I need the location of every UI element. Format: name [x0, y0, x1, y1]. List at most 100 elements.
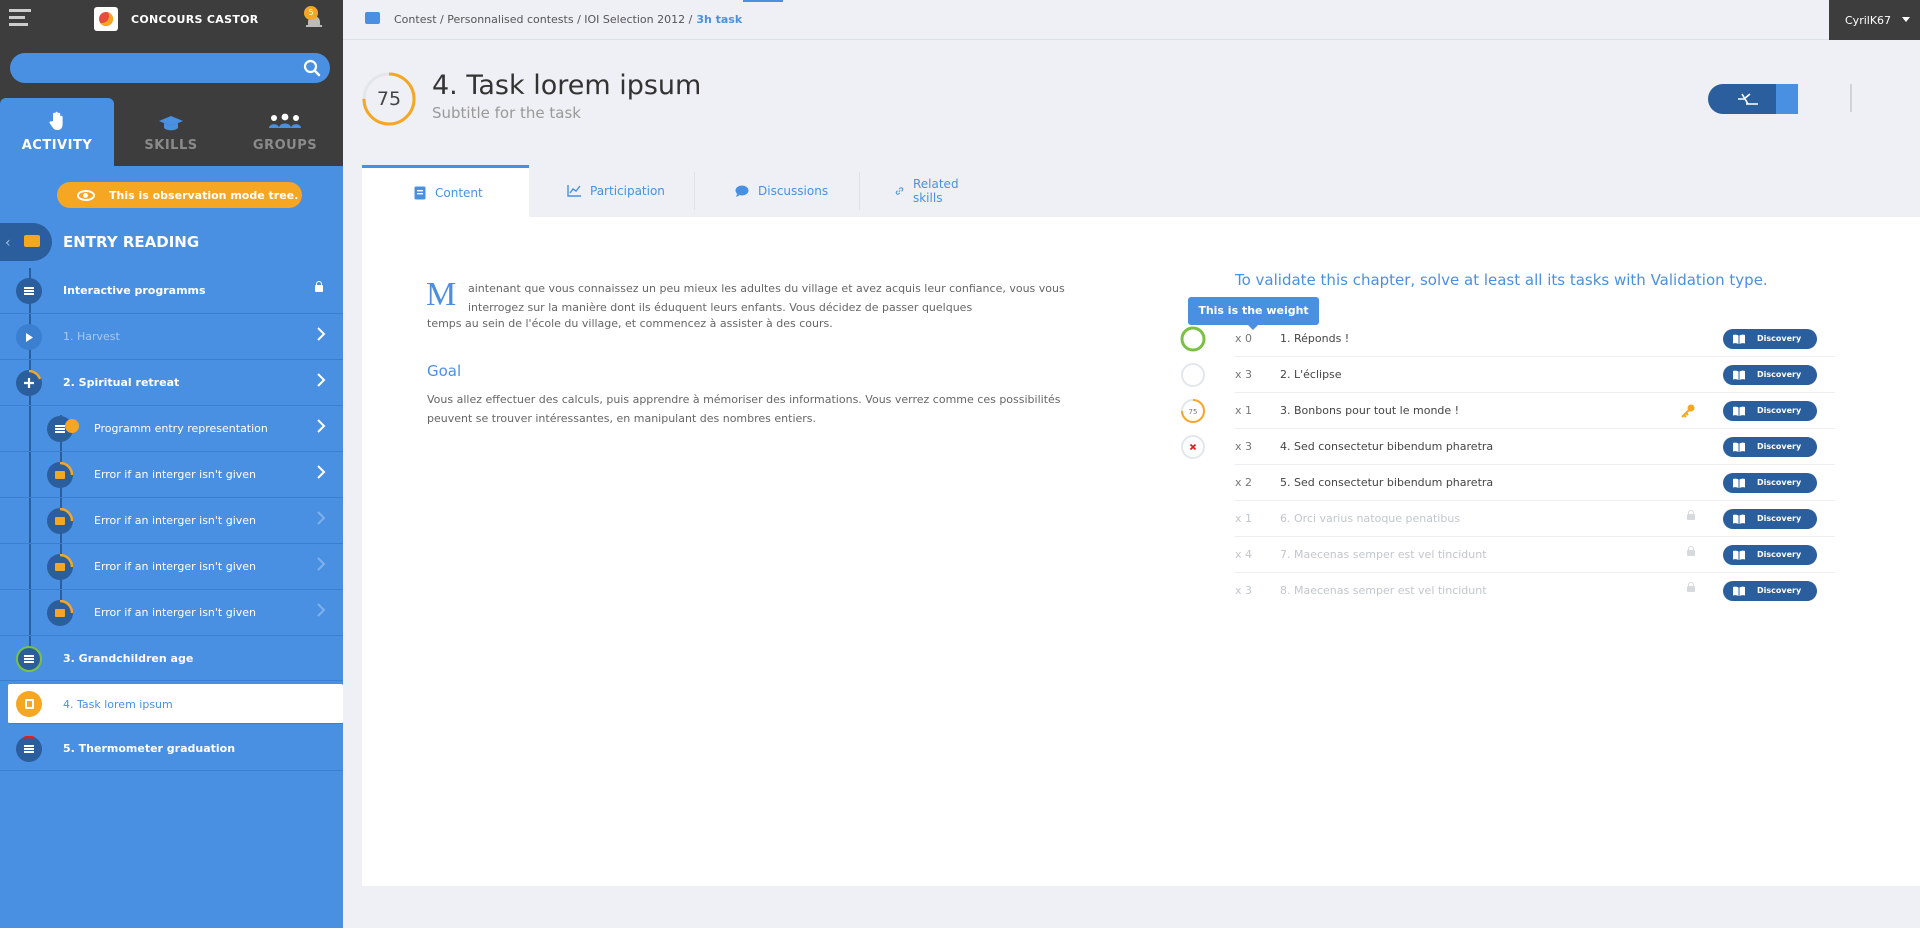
discovery-label: Discovery	[1757, 442, 1802, 451]
sidebar-item-error-integer[interactable]: Error if an interger isn't given	[0, 544, 343, 590]
task-row[interactable]: x 4 7. Maecenas semper est vel tincidunt…	[1235, 537, 1835, 573]
sidebar-item-label: Programm entry representation	[94, 422, 268, 435]
back-button[interactable]: ‹	[0, 223, 52, 261]
list-icon	[16, 278, 42, 304]
task-name[interactable]: 8. Maecenas semper est vel tincidunt	[1280, 584, 1487, 597]
sidebar-item-programm-entry[interactable]: Programm entry representation	[0, 406, 343, 452]
sidebar-item-grandchildren-age[interactable]: 3. Grandchildren age	[0, 636, 343, 681]
graduation-cap-icon	[159, 116, 183, 131]
task-row[interactable]: x 0 1. Réponds ! Discovery	[1180, 321, 1835, 357]
header-action-toggle[interactable]	[1776, 84, 1798, 114]
task-row[interactable]: x 3 2. L'éclipse Discovery	[1181, 357, 1835, 393]
loading-indicator	[743, 0, 783, 2]
intro-text: aintenant que vous connaissez un peu mie…	[468, 282, 1065, 314]
hamburger-menu-icon[interactable]	[9, 9, 31, 27]
task-row[interactable]: x 3 4. Sed consectetur bibendum pharetra…	[1181, 429, 1835, 465]
search-icon[interactable]	[303, 59, 321, 77]
discovery-button[interactable]: Discovery	[1723, 473, 1817, 493]
tab-discussions[interactable]: Discussions	[735, 165, 828, 217]
chevron-right-icon[interactable]	[316, 465, 326, 479]
tab-related-skills[interactable]: Related skills	[895, 165, 964, 217]
discovery-button[interactable]: Discovery	[1723, 581, 1817, 601]
sidebar-header: CONCOURS CASTOR 5	[0, 0, 343, 98]
task-icon	[16, 691, 42, 717]
chevron-right-icon[interactable]	[316, 603, 326, 617]
task-row[interactable]: 75 x 1 3. Bonbons pour tout le monde ! D…	[1181, 393, 1835, 429]
goal-text: Vous allez effectuer des calculs, puis a…	[427, 393, 1061, 425]
task-name[interactable]: 5. Sed consectetur bibendum pharetra	[1280, 476, 1493, 489]
chevron-right-icon[interactable]	[316, 511, 326, 525]
breadcrumb-current[interactable]: 3h task	[696, 13, 742, 26]
task-name[interactable]: 7. Maecenas semper est vel tincidunt	[1280, 548, 1487, 561]
play-icon	[16, 324, 42, 350]
sidebar-item-error-integer[interactable]: Error if an interger isn't given	[0, 498, 343, 544]
sidebar-item-thermometer-graduation[interactable]: 5. Thermometer graduation	[0, 727, 343, 771]
chevron-right-icon[interactable]	[316, 419, 326, 433]
tab-participation[interactable]: Participation	[567, 165, 665, 217]
task-weight: x 2	[1235, 476, 1253, 489]
task-name[interactable]: 1. Réponds !	[1280, 332, 1349, 345]
task-weight: x 4	[1235, 548, 1253, 561]
discovery-label: Discovery	[1757, 586, 1802, 595]
sidebar-item-label: 5. Thermometer graduation	[63, 742, 236, 755]
chevron-right-icon[interactable]	[316, 373, 326, 387]
search-input[interactable]	[10, 53, 330, 83]
user-menu[interactable]: CyrilK67	[1829, 0, 1920, 40]
sidebar-item-spiritual-retreat[interactable]: 2. Spiritual retreat	[0, 360, 343, 406]
notification-count-badge[interactable]: 5	[304, 6, 318, 20]
tab-groups[interactable]: GROUPS	[228, 98, 342, 166]
chevron-right-icon[interactable]	[316, 327, 326, 341]
sidebar-item-task-lorem-ipsum[interactable]: 4. Task lorem ipsum	[8, 684, 343, 724]
observation-banner: This is observation mode tree.	[57, 182, 302, 208]
sidebar-item-label: Error if an interger isn't given	[94, 514, 257, 527]
sidebar-item-label: 4. Task lorem ipsum	[63, 698, 173, 711]
book-icon	[1733, 334, 1745, 344]
task-name[interactable]: 3. Bonbons pour tout le monde !	[1280, 404, 1459, 417]
book-icon	[1733, 442, 1745, 452]
lock-icon	[1687, 546, 1695, 556]
plus-icon	[16, 370, 42, 396]
task-row[interactable]: x 3 8. Maecenas semper est vel tincidunt…	[1235, 573, 1835, 609]
tab-label: Discussions	[758, 184, 829, 198]
observation-banner-text: This is observation mode tree.	[109, 188, 299, 202]
folder-icon	[365, 12, 380, 24]
discovery-button[interactable]: Discovery	[1723, 401, 1817, 421]
book-icon	[1733, 586, 1745, 596]
folder-icon	[47, 462, 73, 488]
book-icon	[1733, 478, 1745, 488]
tab-content[interactable]: Content	[362, 165, 529, 217]
book-icon	[1733, 370, 1745, 380]
sidebar: CONCOURS CASTOR 5 ACTIVITY SKILLS GROUPS…	[0, 0, 343, 928]
sidebar-item-interactive-programms[interactable]: Interactive programms	[0, 268, 343, 314]
failed-status-icon	[1181, 435, 1205, 459]
task-row[interactable]: x 2 5. Sed consectetur bibendum pharetra…	[1235, 465, 1835, 501]
discovery-button[interactable]: Discovery	[1723, 509, 1817, 529]
breadcrumb-path[interactable]: Contest / Personnalised contests / IOI S…	[394, 13, 692, 26]
tab-skills[interactable]: SKILLS	[114, 98, 228, 166]
sidebar-item-error-integer[interactable]: Error if an interger isn't given	[0, 590, 343, 636]
task-name[interactable]: 6. Orci varius natoque penatibus	[1280, 512, 1460, 525]
discovery-button[interactable]: Discovery	[1723, 365, 1817, 385]
app-logo[interactable]	[94, 7, 118, 31]
chevron-left-icon: ‹	[5, 235, 11, 251]
sidebar-item-label: Error if an interger isn't given	[94, 468, 257, 481]
document-icon	[414, 186, 426, 199]
sidebar-item-label: 1. Harvest	[63, 330, 120, 343]
task-row[interactable]: x 1 6. Orci varius natoque penatibus Dis…	[1235, 501, 1835, 537]
tab-label: Participation	[590, 184, 665, 198]
people-icon	[269, 113, 301, 128]
discovery-button[interactable]: Discovery	[1723, 329, 1817, 349]
header-action-button[interactable]	[1708, 84, 1798, 114]
dropcap: M	[426, 276, 457, 313]
discovery-button[interactable]: Discovery	[1723, 437, 1817, 457]
chevron-right-icon[interactable]	[316, 557, 326, 571]
task-name[interactable]: 4. Sed consectetur bibendum pharetra	[1280, 440, 1493, 453]
sidebar-item-harvest[interactable]: 1. Harvest	[0, 314, 343, 360]
tab-activity[interactable]: ACTIVITY	[0, 98, 114, 166]
discovery-label: Discovery	[1757, 370, 1802, 379]
sidebar-item-error-integer[interactable]: Error if an interger isn't given	[0, 452, 343, 498]
discovery-button[interactable]: Discovery	[1723, 545, 1817, 565]
book-icon	[1733, 406, 1745, 416]
task-name[interactable]: 2. L'éclipse	[1280, 368, 1342, 381]
breadcrumb[interactable]: Contest / Personnalised contests / IOI S…	[394, 13, 742, 26]
